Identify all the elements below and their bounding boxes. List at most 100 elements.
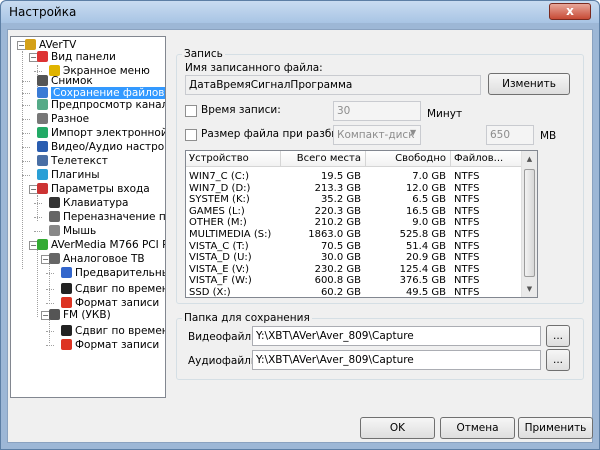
mouse-icon [49,225,60,236]
tree-item-label: Сдвиг по времени [75,283,166,295]
drive-name[interactable]: SSD (X:) [189,287,276,297]
column-header-free[interactable]: Свободно [366,151,451,167]
drive-list[interactable]: Устройство Всего места Свободно Файлов..… [185,150,538,298]
plugins-icon [37,169,48,180]
tree-item-label: Разное [51,113,90,125]
drive-list-scrollbar[interactable]: ▲ ▼ [521,151,537,297]
drive-free: 525.8 GB [399,229,446,240]
tree-item-label: Снимок [51,75,93,87]
drive-total: 19.5 GB [320,171,361,182]
tree-item[interactable]: Вид панели [37,51,116,64]
drive-total: 35.2 GB [320,194,361,206]
record-time-checkbox[interactable] [185,105,197,117]
change-filename-button[interactable]: Изменить [488,73,570,95]
drive-free: 49.5 GB [405,287,446,298]
drive-free: 376.5 GB [399,275,446,287]
tree-item-label: Аналоговое ТВ [63,253,145,265]
tree-item[interactable]: Предпросмотр каналов [37,99,165,112]
tree-item[interactable]: Параметры входа [37,183,150,196]
minutes-unit: Минут [427,108,463,120]
drive-filesystem: NTFS [454,229,480,240]
tree-item-label: Переназначение пульт [63,211,166,223]
scroll-thumb[interactable] [524,169,535,277]
video-path-field[interactable]: Y:\XBT\AVer\Aver_809\Capture [252,326,541,346]
drive-name[interactable]: VISTA_F (W:) [189,275,276,287]
tree-item[interactable]: Аналоговое ТВ [49,253,145,266]
window-title: Настройка [9,5,77,19]
drive-filesystem: NTFS [454,182,480,194]
cancel-button[interactable]: Отмена [440,417,515,439]
drive-filesystem: NTFS [454,252,480,264]
tree-item-label: Формат записи [75,339,160,351]
drive-filesystem: NTFS [454,275,480,287]
input-params-icon [37,183,48,194]
tree-item[interactable]: Мышь [49,225,96,238]
scroll-up-icon[interactable]: ▲ [522,151,537,167]
tree-item[interactable]: Переназначение пульт [49,211,166,224]
tree-item[interactable]: AVerMedia M766 PCI Pure A [37,239,165,252]
drive-name[interactable]: OTHER (M:) [189,217,276,229]
tree-item[interactable]: Клавиатура [49,197,128,210]
tree-item-label: Мышь [63,225,97,237]
tree-item[interactable]: Импорт электронной прог [37,127,165,140]
drive-free: 6.5 GB [412,194,446,206]
drive-name[interactable]: WIN7_D (D:) [189,183,276,195]
drive-filesystem: NTFS [454,217,480,229]
teletext-icon [37,155,48,166]
column-header-device[interactable]: Устройство [186,151,281,167]
chevron-down-icon: ▼ [410,128,417,137]
column-header-filesystem[interactable]: Файлов... [451,151,523,167]
drive-total: 230.2 GB [314,263,361,275]
drive-name[interactable]: VISTA_E (V:) [189,264,276,276]
ok-button[interactable]: OK [360,417,435,439]
tree-item-label: Предварительный [75,267,165,279]
split-size-checkbox[interactable] [185,129,197,141]
scroll-down-icon[interactable]: ▼ [522,281,537,297]
drive-name[interactable]: WIN7_C (C:) [189,171,276,183]
tree-item[interactable]: Сдвиг по времени [61,325,166,338]
drive-filesystem: NTFS [454,287,480,298]
video-audio-icon [37,141,48,152]
snapshot-icon [37,75,48,86]
tree-item-label: AVerMedia M766 PCI Pure A [51,239,165,251]
record-group-title: Запись [182,48,225,60]
tree-item[interactable]: Разное [37,113,89,126]
settings-tree[interactable]: − AVerTV − Вид панели Экранное меню Снимок Сох… [10,36,166,398]
browse-video-button[interactable]: ... [546,325,570,347]
drive-name[interactable]: GAMES (L:) [189,206,276,218]
epg-import-icon [37,127,48,138]
close-button[interactable]: x [549,3,591,20]
tree-item[interactable]: Плагины [37,169,100,182]
browse-audio-button[interactable]: ... [546,349,570,371]
tree-item[interactable]: Видео/Аудио настройки [37,141,165,154]
drive-name[interactable]: VISTA_C (T:) [189,241,276,253]
split-size-unit: MB [540,130,557,142]
apply-button[interactable]: Применить [518,417,593,439]
column-header-total[interactable]: Всего места [281,151,366,167]
analog-tv-icon [49,253,60,264]
split-preset-select[interactable]: Компакт-диск [333,125,421,145]
drive-total: 30.0 GB [320,252,361,264]
tree-item[interactable]: Телетекст [37,155,108,168]
drive-name[interactable]: SYSTEM (K:) [189,194,276,206]
tree-item[interactable]: Сдвиг по времени [61,283,166,296]
drive-name[interactable]: MULTIMEDIA (S:) [189,229,276,241]
audio-path-field[interactable]: Y:\XBT\AVer\Aver_809\Capture [252,350,541,370]
channel-preview-icon [37,99,48,110]
split-size-input[interactable]: 650 [486,125,534,145]
fm-radio-icon [49,309,60,320]
title-bar[interactable]: Настройка x [1,1,599,23]
drive-free: 20.9 GB [405,252,446,264]
save-files-icon [37,87,48,98]
tree-item[interactable]: Предварительный [61,267,165,280]
record-time-input[interactable]: 30 [333,101,421,121]
tree-item[interactable]: FM (УКВ) [49,309,111,322]
panel-view-icon [37,51,48,62]
drive-name[interactable]: VISTA_D (U:) [189,252,276,264]
tree-item[interactable]: Формат записи [61,339,159,352]
timeshift-icon [61,283,72,294]
drive-filesystem: NTFS [454,263,480,275]
drive-free: 16.5 GB [405,205,446,217]
filename-label: Имя записанного файла: [185,62,323,74]
tree-item-label: Сдвиг по времени [75,325,166,337]
